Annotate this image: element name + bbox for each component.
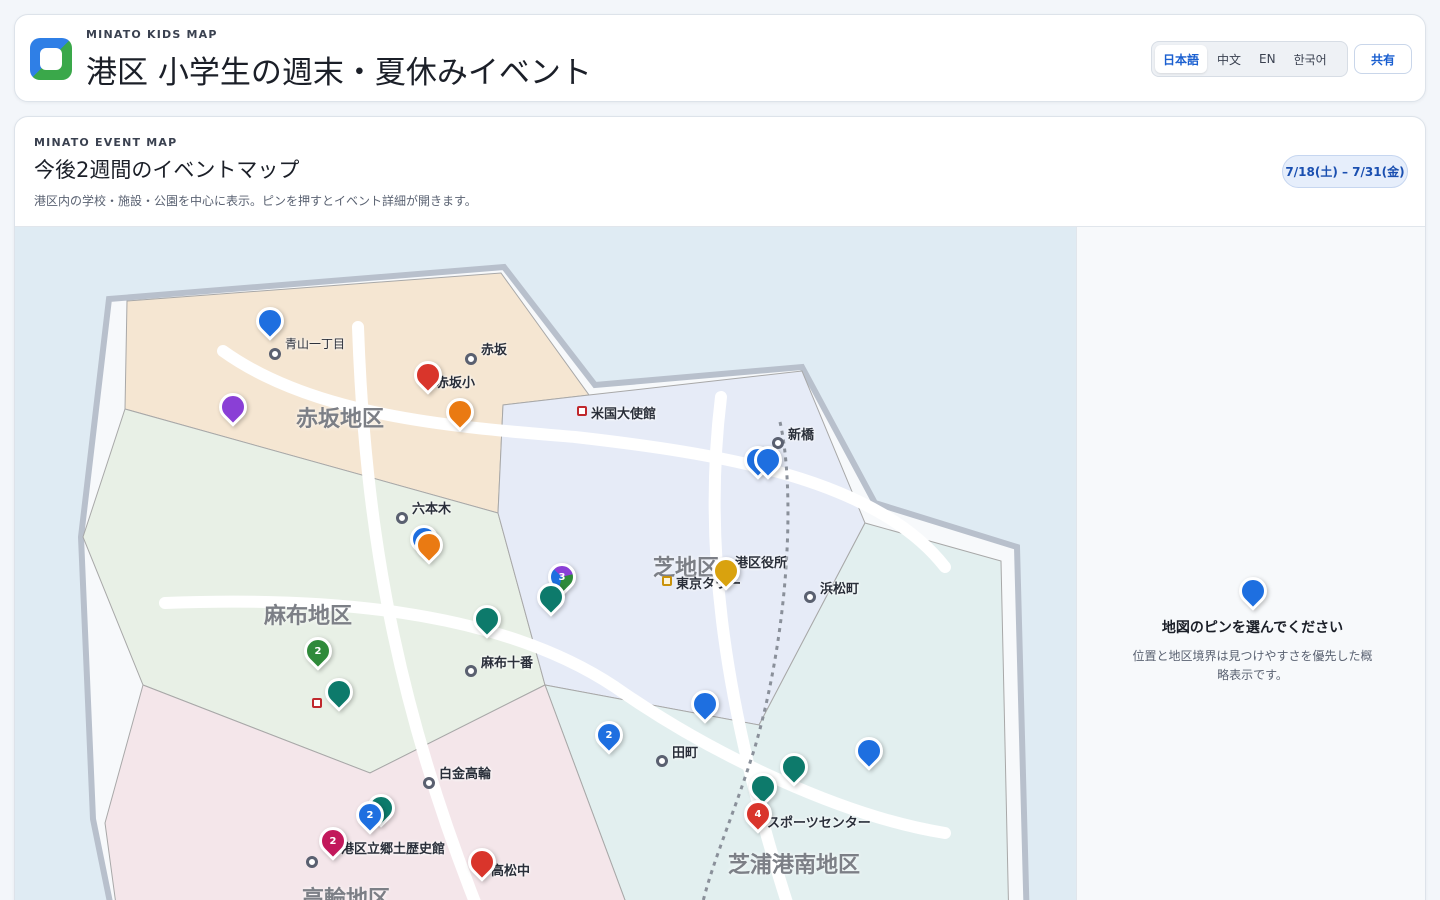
- event-detail-sidebar: 地図のピンを選んでください 位置と地区境界は見つけやすさを優先した概略表示です。: [1076, 227, 1425, 900]
- event-pin[interactable]: [250, 301, 290, 345]
- station-marker[interactable]: [465, 353, 477, 365]
- event-pin[interactable]: [213, 387, 253, 431]
- lang-option-en[interactable]: EN: [1251, 45, 1284, 73]
- share-button[interactable]: 共有: [1354, 44, 1412, 74]
- lang-option-ko[interactable]: 한국어: [1286, 45, 1335, 73]
- station-label: 六本木: [412, 502, 452, 517]
- event-pin[interactable]: [462, 842, 502, 886]
- event-pin[interactable]: [408, 355, 448, 399]
- sidebar-empty-description: 位置と地区境界は見つけやすさを優先した概略表示です。: [1132, 649, 1373, 682]
- event-cluster-pin[interactable]: 2: [350, 795, 390, 839]
- station-marker[interactable]: [396, 512, 408, 524]
- station-marker[interactable]: [804, 591, 816, 603]
- event-pin[interactable]: [774, 747, 814, 791]
- event-cluster-pin[interactable]: 4: [738, 794, 778, 838]
- cluster-count: 2: [329, 835, 337, 847]
- event-pin[interactable]: [467, 599, 507, 643]
- event-pin[interactable]: [849, 731, 889, 775]
- embassy-marker: [312, 698, 322, 708]
- event-map-panel: MINATO EVENT MAP 今後2週間のイベントマップ 港区内の学校・施設…: [14, 116, 1426, 900]
- event-cluster-pin[interactable]: 2: [298, 631, 338, 675]
- station-label: 田町: [672, 746, 699, 761]
- panel-title: 今後2週間のイベントマップ: [34, 158, 300, 182]
- cluster-count: 2: [605, 729, 613, 741]
- event-cluster-pin[interactable]: 2: [313, 821, 353, 865]
- station-label: 麻布十番: [481, 656, 534, 671]
- place-label: 米国大使館: [591, 407, 657, 422]
- panel-subtitle: 港区内の学校・施設・公園を中心に表示。ピンを押すとイベント詳細が開きます。: [34, 194, 477, 208]
- station-marker[interactable]: [656, 755, 668, 767]
- language-switcher: 日本語 中文 EN 한국어: [1151, 41, 1348, 77]
- station-label: 青山一丁目: [285, 337, 346, 351]
- event-map[interactable]: 赤坂地区 麻布地区 芝地区 芝浦港南地区 高輪地区 青山一丁目 赤坂 六本木 新…: [15, 227, 1076, 900]
- embassy-marker: [577, 406, 587, 416]
- cluster-count: 2: [366, 809, 374, 821]
- district-label-takanawa: 高輪地区: [302, 887, 391, 900]
- cluster-count: 4: [754, 808, 762, 820]
- district-map-svg: [77, 263, 1030, 900]
- sidebar-empty-title: 地図のピンを選んでください: [1161, 620, 1344, 636]
- station-label: 新橋: [788, 428, 815, 443]
- station-label: 赤坂: [481, 343, 508, 358]
- district-label-azabu: 麻布地区: [264, 604, 353, 629]
- district-label-akasaka: 赤坂地区: [296, 407, 385, 432]
- event-pin[interactable]: [531, 577, 571, 621]
- place-label: 高松中: [491, 864, 531, 879]
- station-marker[interactable]: [465, 665, 477, 677]
- app-eyebrow: MINATO KIDS MAP: [86, 28, 218, 41]
- lang-option-ja[interactable]: 日本語: [1155, 45, 1208, 73]
- map-pin-icon: [1233, 571, 1273, 615]
- event-pin[interactable]: [409, 525, 449, 569]
- app-logo-icon: [30, 38, 72, 80]
- district-label-shibaura-konan: 芝浦港南地区: [728, 853, 861, 878]
- lang-option-zh[interactable]: 中文: [1209, 45, 1249, 73]
- event-pin[interactable]: [748, 440, 788, 484]
- event-pin[interactable]: [440, 392, 480, 436]
- place-label: 港区立郷土歴史館: [341, 842, 446, 857]
- landmark-marker: [662, 576, 672, 586]
- event-pin[interactable]: [319, 672, 359, 716]
- event-pin[interactable]: [706, 551, 746, 595]
- station-marker[interactable]: [423, 777, 435, 789]
- place-label: スポーツセンター: [767, 816, 871, 831]
- station-label: 浜松町: [820, 582, 860, 597]
- app-header: MINATO KIDS MAP 港区 小学生の週末・夏休みイベント 日本語 中文…: [14, 14, 1426, 102]
- app-title: 港区 小学生の週末・夏休みイベント: [86, 55, 592, 91]
- event-pin[interactable]: [685, 684, 725, 728]
- place-label: 港区役所: [735, 556, 788, 571]
- station-marker[interactable]: [306, 856, 318, 868]
- cluster-count: 2: [314, 645, 322, 657]
- event-cluster-pin[interactable]: 2: [589, 715, 629, 759]
- panel-eyebrow: MINATO EVENT MAP: [34, 136, 178, 149]
- station-label: 白金高輪: [439, 767, 492, 782]
- date-range-chip[interactable]: 7/18(土) – 7/31(金): [1282, 155, 1408, 188]
- station-marker[interactable]: [269, 348, 281, 360]
